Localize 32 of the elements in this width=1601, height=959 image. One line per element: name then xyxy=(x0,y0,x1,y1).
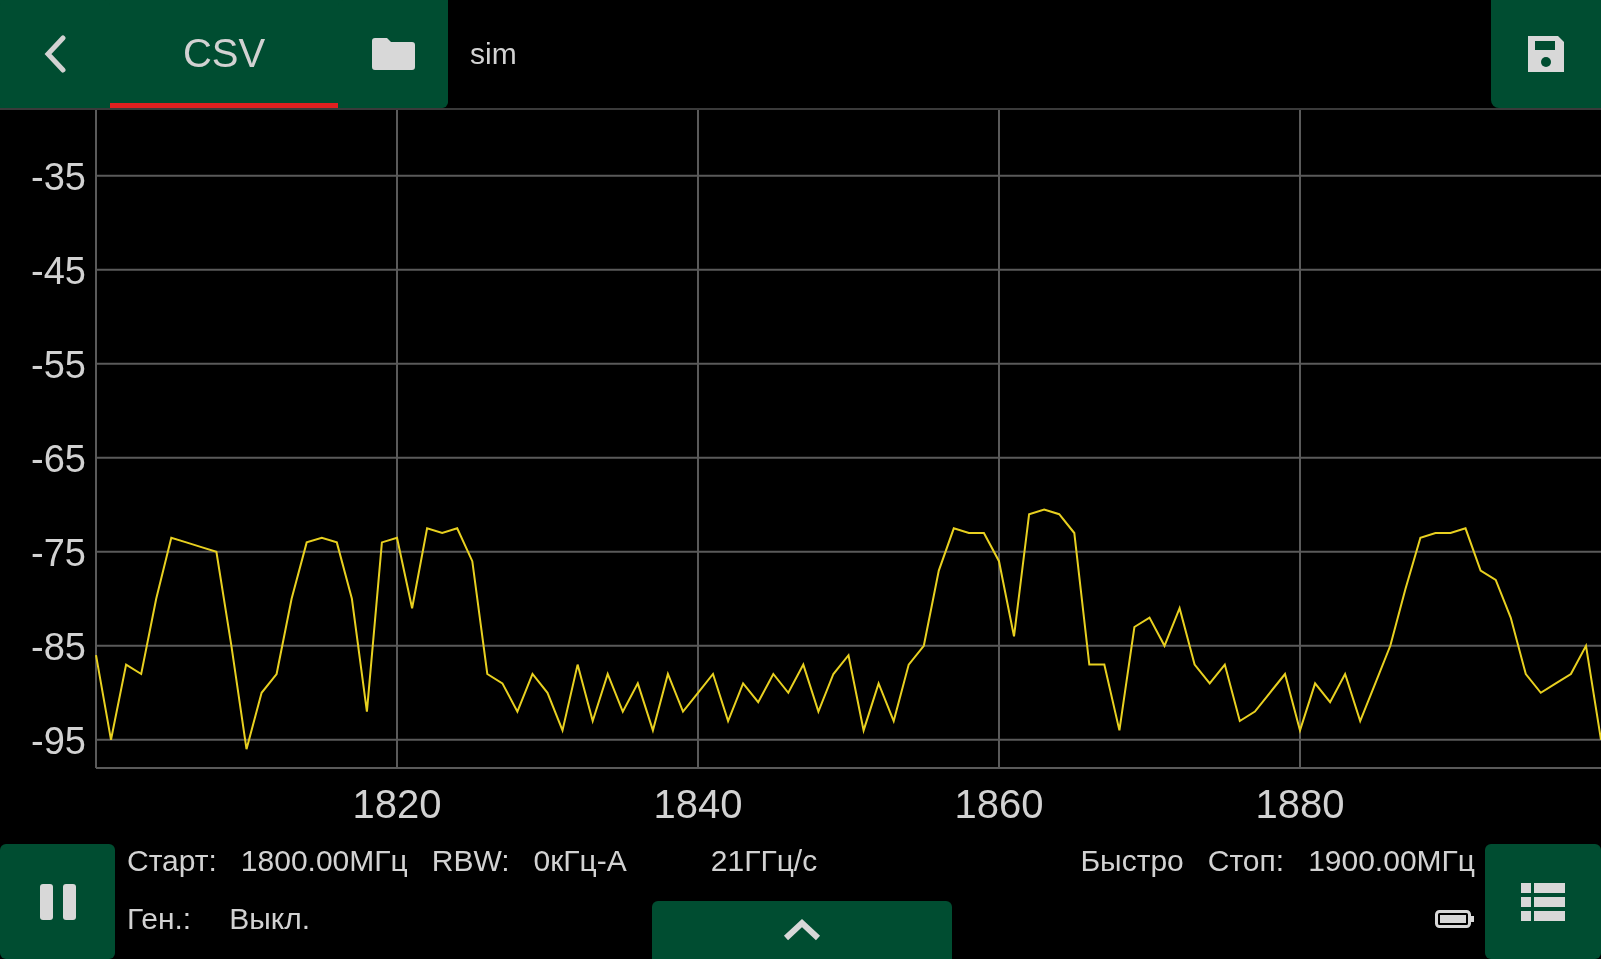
x-tick-label: 1880 xyxy=(1255,782,1345,826)
status-text: Быстро xyxy=(1080,844,1184,878)
x-tick-label: 1820 xyxy=(352,782,442,826)
status-text: 1900.00МГц xyxy=(1308,844,1475,878)
y-tick-label: -85 xyxy=(31,625,86,668)
list-button[interactable] xyxy=(1485,844,1601,959)
status-text: 1800.00МГц xyxy=(240,844,408,878)
status-text: Выкл. xyxy=(229,902,311,936)
x-tick-label: 1840 xyxy=(653,782,743,826)
save-button[interactable] xyxy=(1491,0,1601,108)
file-name: sim xyxy=(470,37,518,71)
battery-icon xyxy=(1435,909,1475,929)
y-tick-label: -45 xyxy=(31,249,86,292)
status-text: 21ГГц/с xyxy=(710,844,818,878)
y-tick-label: -95 xyxy=(31,719,86,762)
list-icon xyxy=(1521,882,1565,921)
status-text: RBW: xyxy=(431,844,510,878)
y-tick-label: -75 xyxy=(31,531,86,574)
status-text: Старт: xyxy=(127,844,217,878)
pause-icon xyxy=(37,881,78,922)
status-text: 0кГц-А xyxy=(533,844,627,878)
y-tick-label: -55 xyxy=(31,343,86,386)
y-tick-label: -65 xyxy=(31,437,86,480)
chevron-up-icon xyxy=(782,918,822,942)
y-tick-label: -35 xyxy=(31,155,86,198)
save-icon xyxy=(1526,34,1566,74)
x-tick-label: 1860 xyxy=(954,782,1044,826)
status-text: Ген.: xyxy=(127,902,192,936)
pause-button[interactable] xyxy=(0,844,115,959)
folder-icon xyxy=(370,37,416,71)
status-text: Стоп: xyxy=(1207,844,1285,878)
back-icon xyxy=(43,35,67,73)
